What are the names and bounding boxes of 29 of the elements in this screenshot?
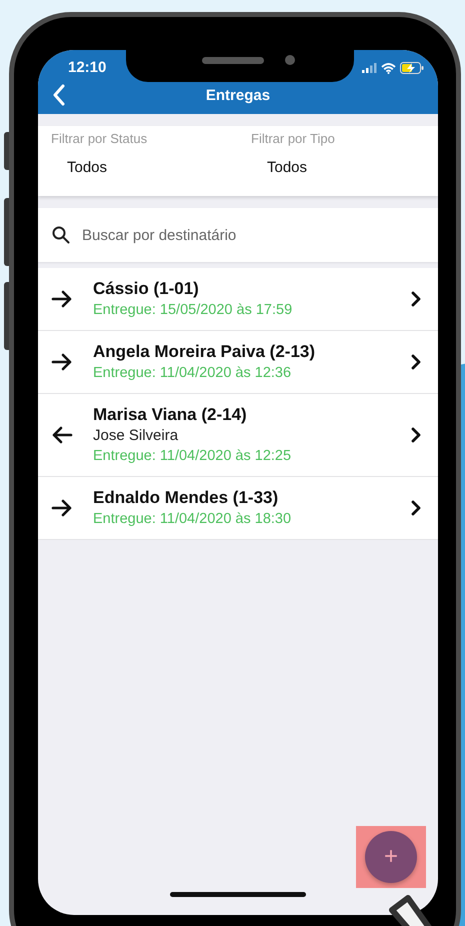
delivery-status: Entregue: 11/04/2020 às 12:36 bbox=[93, 364, 292, 383]
chevron-right-icon bbox=[410, 353, 422, 371]
recipient-name: Jose Silveira bbox=[93, 426, 180, 446]
back-chevron-icon[interactable] bbox=[52, 84, 66, 106]
battery-charging-icon bbox=[400, 62, 424, 74]
delivery-name: Cássio (1-01) bbox=[93, 278, 200, 300]
chevron-right-icon bbox=[410, 426, 422, 444]
filter-dropdown[interactable]: Filtrar por Tipo Todos bbox=[238, 126, 438, 196]
delivery-status: Entregue: 15/05/2020 às 17:59 bbox=[93, 301, 294, 320]
delivery-list-item[interactable]: Angela Moreira Paiva (2-13) Entregue: 11/04/2020 às 12:36 bbox=[38, 331, 438, 394]
delivery-list-item[interactable]: Cássio (1-01) Entregue: 15/05/2020 às 17:59 bbox=[38, 268, 438, 331]
chevron-right-icon bbox=[410, 290, 422, 308]
status-time: 12:10 bbox=[68, 59, 106, 76]
delivery-name: Ednaldo Mendes (1-33) bbox=[93, 487, 280, 509]
delivery-list-item[interactable]: Ednaldo Mendes (1-33) Entregue: 11/04/2020 às 18:30 bbox=[38, 477, 438, 540]
delivery-name: Marisa Viana (2-14) bbox=[93, 404, 248, 426]
search-field[interactable]: Buscar por destinatário bbox=[38, 208, 438, 262]
wifi-icon bbox=[381, 62, 396, 74]
speaker-grille bbox=[202, 57, 264, 64]
chevron-right-icon bbox=[410, 499, 422, 517]
camera-dot bbox=[285, 55, 295, 65]
delivery-status: Entregue: 11/04/2020 às 12:25 bbox=[93, 447, 292, 466]
delivery-status: Entregue: 11/04/2020 às 18:30 bbox=[93, 510, 292, 529]
add-button[interactable]: + bbox=[365, 831, 417, 883]
delivery-name: Angela Moreira Paiva (2-13) bbox=[93, 341, 316, 363]
delivery-list-item[interactable]: Marisa Viana (2-14) Jose Silveira Entregue: 11/04/2020 às 12:25 bbox=[38, 394, 438, 477]
signal-icon bbox=[362, 63, 377, 73]
screen-title: Entregas bbox=[206, 86, 270, 104]
filter-dropdown[interactable]: Filtrar por Status Todos bbox=[38, 126, 238, 196]
